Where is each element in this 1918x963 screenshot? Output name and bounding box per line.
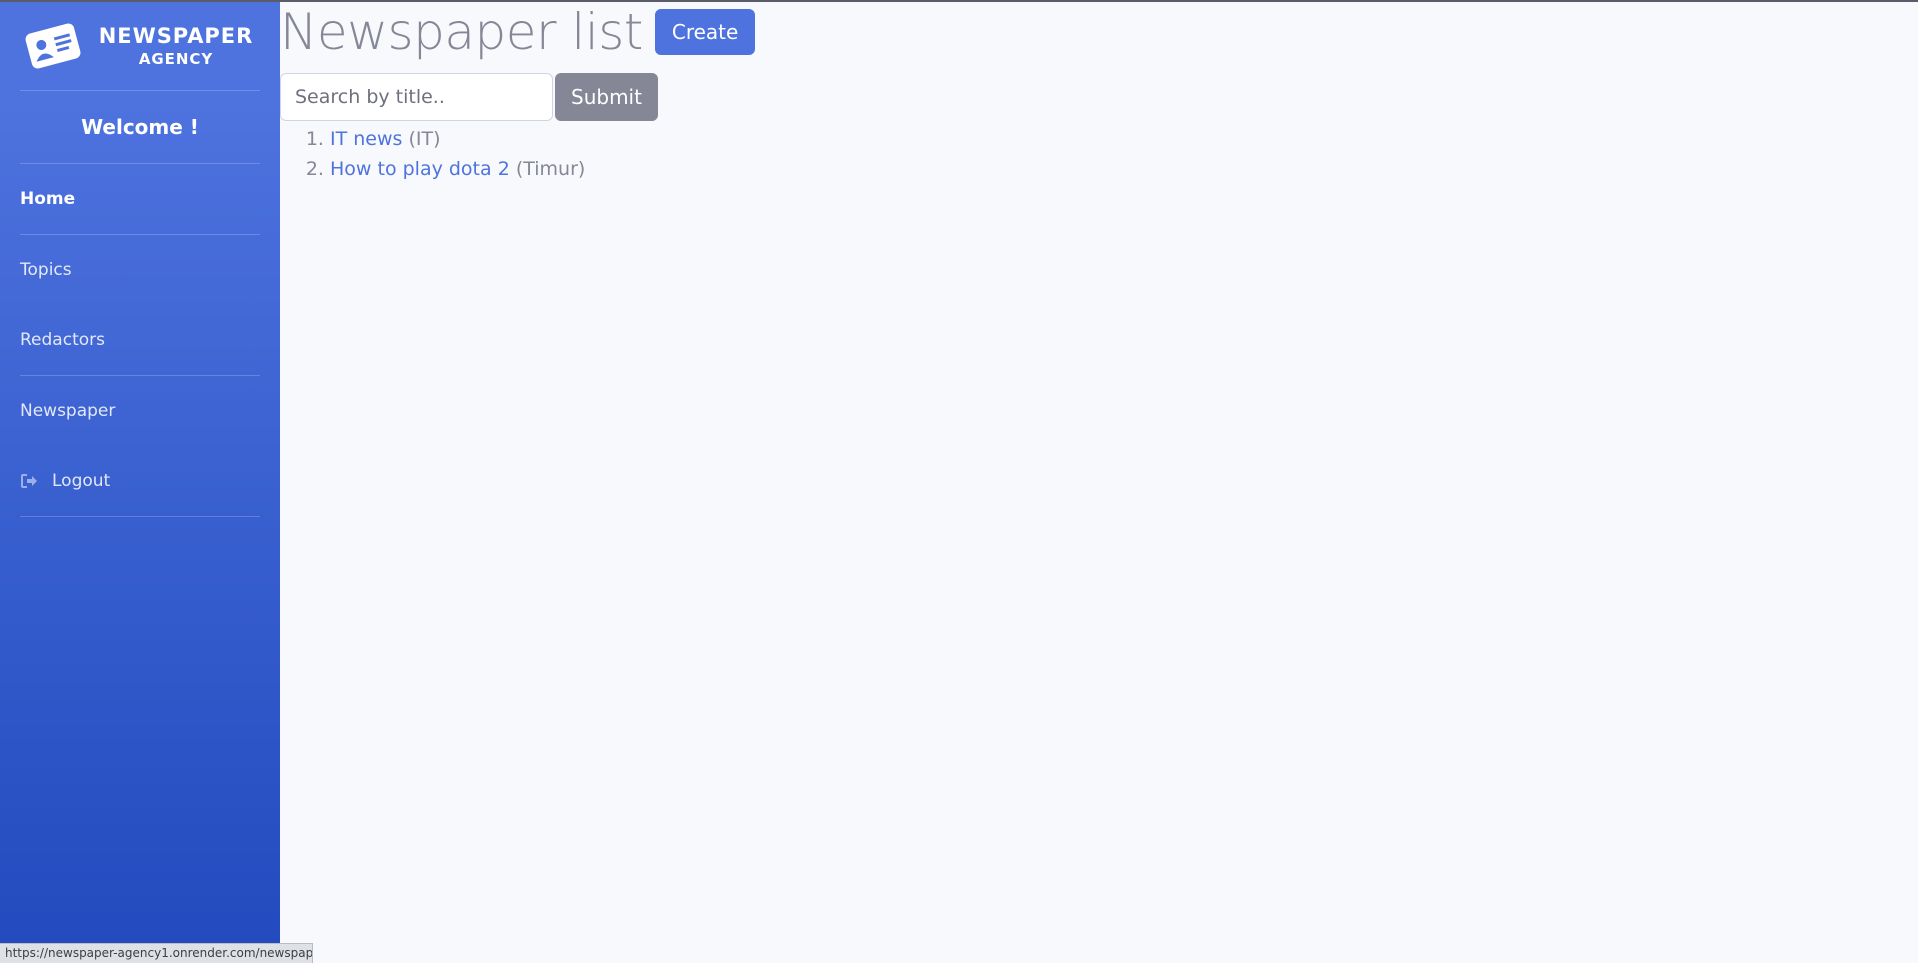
- sidebar: NEWSPAPER AGENCY Welcome ! Home Topics R…: [0, 2, 280, 963]
- list-item: IT news (IT): [330, 124, 1918, 154]
- welcome-heading: Welcome !: [81, 115, 199, 139]
- submit-button[interactable]: Submit: [555, 73, 658, 121]
- page-title: Newspaper list: [280, 3, 643, 61]
- create-button[interactable]: Create: [654, 9, 756, 55]
- newspaper-link[interactable]: How to play dota 2: [330, 158, 510, 180]
- sidebar-item-redactors[interactable]: Redactors: [0, 305, 280, 375]
- main-content: Newspaper list Create Submit IT news (IT…: [280, 2, 1918, 963]
- sidebar-item-newspaper[interactable]: Newspaper: [0, 376, 280, 446]
- sidebar-item-home[interactable]: Home: [0, 164, 280, 234]
- newspaper-topic: (Timur): [515, 158, 586, 180]
- search-input[interactable]: [280, 73, 553, 121]
- browser-status-url: https://newspaper-agency1.onrender.com/n…: [0, 943, 313, 963]
- sidebar-item-label: Home: [20, 189, 76, 209]
- sign-out-icon: [20, 473, 52, 489]
- newspaper-list: IT news (IT) How to play dota 2 (Timur): [280, 124, 1918, 184]
- sidebar-item-label: Redactors: [20, 330, 105, 350]
- sidebar-item-logout[interactable]: Logout: [0, 446, 280, 516]
- sidebar-item-topics[interactable]: Topics: [0, 235, 280, 305]
- brand-name: NEWSPAPER AGENCY: [99, 23, 253, 69]
- list-item: How to play dota 2 (Timur): [330, 154, 1918, 184]
- search-form: Submit: [280, 73, 1918, 121]
- newspaper-link[interactable]: IT news: [330, 128, 402, 150]
- sidebar-item-label: Topics: [20, 260, 72, 280]
- brand-line2: AGENCY: [138, 50, 214, 68]
- newspaper-topic: (IT): [408, 128, 441, 150]
- sidebar-divider: [20, 516, 260, 517]
- id-card-icon: [25, 23, 81, 69]
- sidebar-item-label: Newspaper: [20, 401, 116, 421]
- brand-link[interactable]: NEWSPAPER AGENCY: [0, 2, 280, 90]
- title-row: Newspaper list Create: [280, 2, 1918, 62]
- sidebar-item-label: Logout: [52, 471, 111, 491]
- brand-line1: NEWSPAPER: [98, 24, 254, 48]
